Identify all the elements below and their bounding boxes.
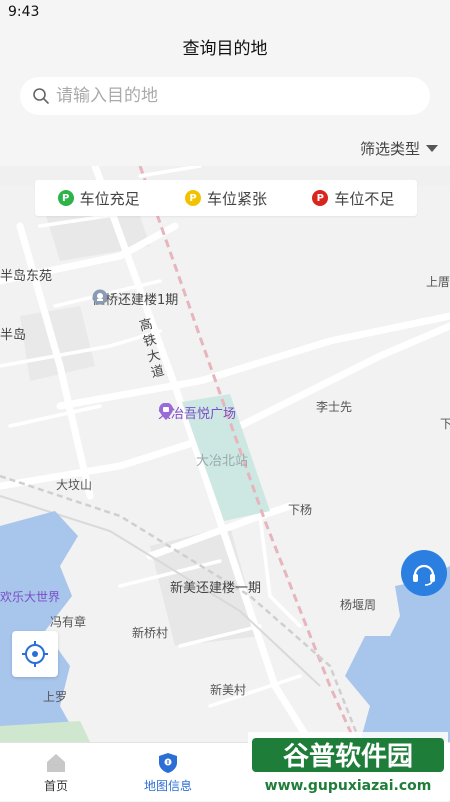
map-label-xia: 下 xyxy=(440,417,450,431)
caret-down-icon xyxy=(426,145,438,152)
tab-home[interactable]: 首页 xyxy=(0,743,112,801)
map-label-shangluo: 上罗 xyxy=(43,690,68,704)
home-icon xyxy=(47,754,65,772)
map-label-xinmeicun: 新美村 xyxy=(210,683,247,697)
parking-yellow-icon: P xyxy=(184,190,201,206)
search-input[interactable] xyxy=(56,77,416,115)
legend-item-tight: P 车位紧张 xyxy=(184,188,267,209)
map-label-dafenshan: 大坟山 xyxy=(56,478,93,492)
legend-label-tight: 车位紧张 xyxy=(206,189,267,208)
map-label-fengyouzhang: 冯有章 xyxy=(50,615,87,629)
page-title: 查询目的地 xyxy=(182,39,268,59)
status-time: 9:43 xyxy=(8,4,40,20)
legend-label-sufficient: 车位充足 xyxy=(79,189,140,208)
tab-home-label: 首页 xyxy=(43,779,68,793)
headset-icon xyxy=(413,564,435,586)
shopping-pin-icon xyxy=(159,403,173,420)
map-label-station: 大冶北站 xyxy=(196,454,249,469)
watermark-logo-graphic: 谷普软件园 www.gupuxiazai.com xyxy=(248,732,448,798)
map-label-bandao: 半岛 xyxy=(0,328,27,343)
search-icon xyxy=(33,88,49,104)
map-poi-wuqiao[interactable]: 伍桥还建楼1期 xyxy=(92,289,178,308)
map-label-bandao-dongyuan: 半岛东苑 xyxy=(0,269,53,284)
map-label-xinmei-build: 新美还建楼一期 xyxy=(170,581,262,596)
parking-green-icon: P xyxy=(57,190,74,206)
building-pin-icon xyxy=(92,289,108,305)
map-view[interactable]: 半岛东苑 半岛 伍桥还建楼1期 高铁大道 大冶吾悦广场 大冶北站 李士先 大坟山… xyxy=(0,166,450,742)
tab-map-info[interactable]: 地图信息 xyxy=(112,743,224,801)
legend-item-insufficient: P 车位不足 xyxy=(312,188,394,209)
map-label-huanle: 欢乐大世界 xyxy=(0,590,61,604)
legend-label-insufficient: 车位不足 xyxy=(334,189,395,208)
locate-button[interactable] xyxy=(12,631,58,677)
parking-red-icon: P xyxy=(312,190,329,206)
map-label-lishixian: 李士先 xyxy=(316,400,353,414)
search-box[interactable] xyxy=(20,77,430,115)
watermark-url: www.gupuxiazai.com xyxy=(265,778,432,794)
parking-legend: P 车位充足 P 车位紧张 P 车位不足 xyxy=(35,180,417,216)
map-poi-wuyue[interactable]: 大冶吾悦广场 xyxy=(158,403,236,422)
watermark-logo: 谷普软件园 www.gupuxiazai.com xyxy=(248,732,448,798)
tab-map-info-label: 地图信息 xyxy=(143,779,192,793)
legend-item-sufficient: P 车位充足 xyxy=(57,188,140,209)
map-pin-icon xyxy=(159,753,177,773)
map-label-xiayang: 下杨 xyxy=(288,503,313,517)
watermark-title: 谷普软件园 xyxy=(283,741,413,772)
filter-type-dropdown[interactable]: 筛选类型 xyxy=(360,138,438,159)
status-bar: 9:43 xyxy=(0,0,450,26)
map-label-yangyanzhou: 杨堰周 xyxy=(340,598,377,612)
map-label-shangmiao: 上厝 xyxy=(426,275,450,289)
locate-crosshair-icon xyxy=(22,641,48,667)
filter-type-label: 筛选类型 xyxy=(359,140,420,158)
customer-service-button[interactable] xyxy=(401,550,447,596)
map-label-xinqiaocun: 新桥村 xyxy=(132,626,169,640)
